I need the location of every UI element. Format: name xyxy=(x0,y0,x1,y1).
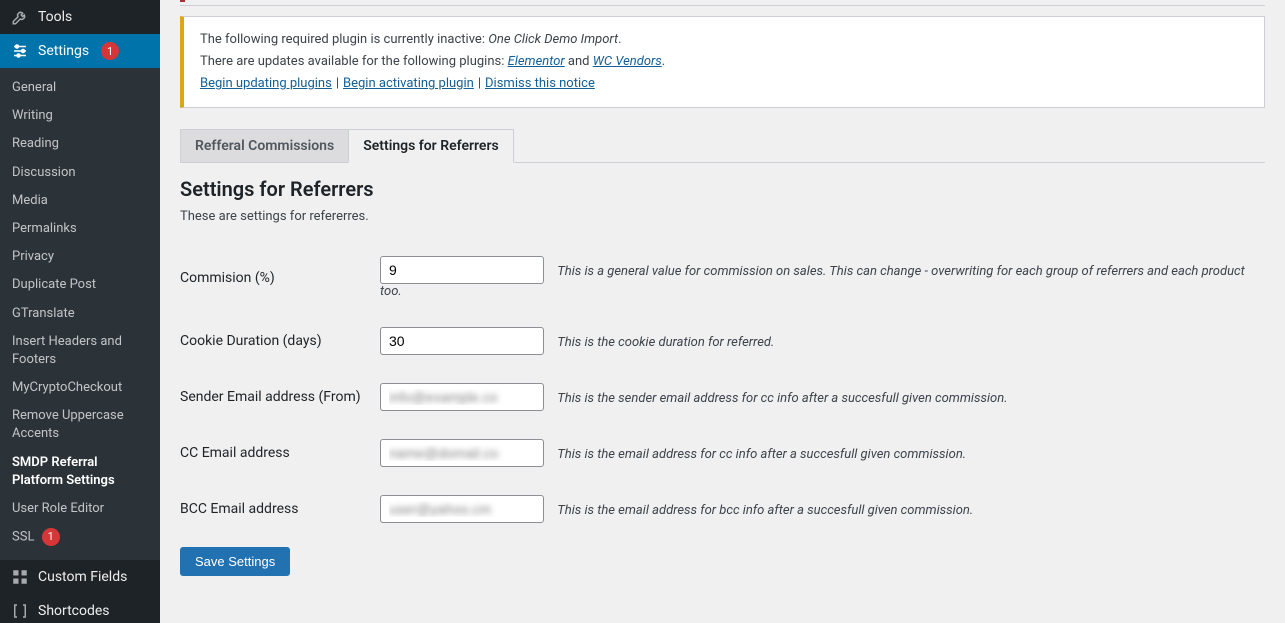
sidebar-subitem[interactable]: SSL 1 xyxy=(0,523,160,552)
sidebar-item-settings[interactable]: Settings 1 xyxy=(0,34,160,68)
sidebar-item-tools[interactable]: Tools xyxy=(0,0,160,34)
settings-form: Commision (%) This is a general value fo… xyxy=(180,242,1265,537)
main-content: The following required plugin is current… xyxy=(160,0,1285,623)
top-strip xyxy=(180,0,1265,6)
settings-submenu: GeneralWritingReadingDiscussionMediaPerm… xyxy=(0,68,160,560)
badge-count: 1 xyxy=(42,528,60,546)
field-label: CC Email address xyxy=(180,425,380,481)
sidebar-subitem[interactable]: Media xyxy=(0,187,160,215)
field-label: Commision (%) xyxy=(180,242,380,313)
tab-settings-referrers[interactable]: Settings for Referrers xyxy=(348,129,514,163)
sidebar-item-label: Settings xyxy=(38,43,89,59)
grid-icon xyxy=(10,568,30,586)
sidebar-subitem[interactable]: Duplicate Post xyxy=(0,271,160,299)
sidebar-subitem[interactable]: Reading xyxy=(0,130,160,158)
link-dismiss-notice[interactable]: Dismiss this notice xyxy=(485,76,595,91)
sidebar-item-label: Tools xyxy=(38,9,72,25)
field-description: This is the cookie duration for referred… xyxy=(557,335,774,350)
plugin-link-text: WC Vendors xyxy=(593,54,662,69)
plugin-link-text: Elementor xyxy=(508,54,565,69)
link-wc-vendors[interactable]: WC Vendors xyxy=(593,54,662,69)
sidebar-subitem[interactable]: User Role Editor xyxy=(0,495,160,523)
cc-email-input[interactable] xyxy=(380,439,544,467)
sidebar-subitem[interactable]: Insert Headers and Footers xyxy=(0,328,160,374)
notice-text: . xyxy=(618,32,621,47)
sidebar-item-custom-fields[interactable]: Custom Fields xyxy=(0,560,160,594)
sidebar-subitem[interactable]: Permalinks xyxy=(0,215,160,243)
wrench-icon xyxy=(10,8,30,26)
bcc-email-input[interactable] xyxy=(380,495,544,523)
sidebar-subitem[interactable]: GTranslate xyxy=(0,300,160,328)
field-label: Cookie Duration (days) xyxy=(180,313,380,369)
field-label: BCC Email address xyxy=(180,481,380,537)
save-settings-button[interactable]: Save Settings xyxy=(180,547,290,576)
cookie-duration-input[interactable] xyxy=(380,327,544,355)
page-description: These are settings for refererres. xyxy=(180,209,1265,224)
sidebar-subitem[interactable]: Privacy xyxy=(0,243,160,271)
field-description: This is the email address for cc info af… xyxy=(557,447,966,462)
link-begin-activating[interactable]: Begin activating plugin xyxy=(343,76,474,91)
sidebar-subitem[interactable]: General xyxy=(0,74,160,102)
brackets-icon xyxy=(10,602,30,620)
sidebar-subitem[interactable]: MyCryptoCheckout xyxy=(0,374,160,402)
tab-referral-commissions[interactable]: Refferal Commissions xyxy=(180,129,349,163)
admin-notice: The following required plugin is current… xyxy=(180,16,1265,108)
plugin-name: One Click Demo Import xyxy=(488,32,618,47)
commission-input[interactable] xyxy=(380,256,544,284)
notice-text: . xyxy=(662,54,665,69)
field-label: Sender Email address (From) xyxy=(180,369,380,425)
link-begin-updating[interactable]: Begin updating plugins xyxy=(200,76,332,91)
badge-count: 1 xyxy=(101,42,119,60)
sidebar-subitem[interactable]: Writing xyxy=(0,102,160,130)
notice-text: The following required plugin is current… xyxy=(200,32,488,47)
sidebar-item-label: Shortcodes xyxy=(38,603,110,619)
notice-text: and xyxy=(565,54,593,69)
sender-email-input[interactable] xyxy=(380,383,544,411)
separator: | xyxy=(474,76,485,91)
sidebar-item-label: Custom Fields xyxy=(38,569,127,585)
tab-bar: Refferal Commissions Settings for Referr… xyxy=(180,128,1265,163)
sliders-icon xyxy=(10,42,30,60)
link-elementor[interactable]: Elementor xyxy=(508,54,565,69)
admin-sidebar: Tools Settings 1 GeneralWritingReadingDi… xyxy=(0,0,160,623)
sidebar-subitem[interactable]: Remove Uppercase Accents xyxy=(0,402,160,448)
page-title: Settings for Referrers xyxy=(180,177,1265,201)
sidebar-subitem[interactable]: Discussion xyxy=(0,159,160,187)
field-description: This is the sender email address for cc … xyxy=(557,391,1007,406)
separator: | xyxy=(332,76,343,91)
field-description: This is the email address for bcc info a… xyxy=(557,503,973,518)
sidebar-subitem[interactable]: SMDP Referral Platform Settings xyxy=(0,449,160,495)
sidebar-item-shortcodes[interactable]: Shortcodes xyxy=(0,594,160,623)
notice-text: There are updates available for the foll… xyxy=(200,54,508,69)
